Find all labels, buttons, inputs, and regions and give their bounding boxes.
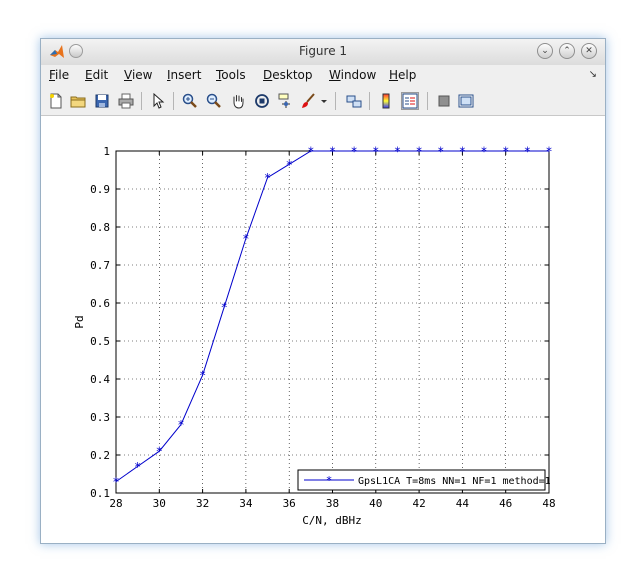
data-point-marker: * [329,145,336,159]
figure-toolbar [41,87,605,116]
data-point-marker: * [307,145,314,159]
close-button[interactable]: ✕ [581,43,597,59]
toolbar-separator [335,92,336,110]
maximize-button[interactable]: ⌃ [559,43,575,59]
legend-icon[interactable] [401,92,419,110]
toolbar-separator [369,92,370,110]
print-icon[interactable] [117,92,135,110]
data-point-marker: * [156,445,163,459]
title-bar[interactable]: Figure 1 ⌄ ⌃ ✕ [41,39,605,66]
y-tick-label: 1 [103,145,110,158]
data-point-marker: * [415,145,422,159]
legend-marker-icon: * [326,474,333,487]
chevron-up-icon: ⌃ [563,46,571,56]
menu-bar: File Edit View Insert Tools Desktop Wind… [41,65,605,87]
y-tick-label: 0.6 [90,297,110,310]
y-tick-label: 0.4 [90,373,110,386]
line-chart[interactable]: 28 30 32 34 36 38 40 42 44 46 48 0.1 0.2 0.3 0.4 0.5 0.6… [41,116,605,543]
link-plot-icon[interactable] [345,92,363,110]
figure-window: Figure 1 ⌄ ⌃ ✕ File Edit View Insert Too… [40,38,606,544]
y-tick-label: 0.1 [90,487,110,500]
open-folder-icon[interactable] [69,92,87,110]
menu-view[interactable]: View [124,68,152,82]
data-point-marker: * [502,145,509,159]
data-point-marker: * [437,145,444,159]
pointer-icon[interactable] [149,92,167,110]
menu-insert[interactable]: Insert [167,68,201,82]
legend[interactable]: * GpsL1CA T=8ms NN=1 NF=1 method=1 [297,469,551,491]
dock-arrow-icon[interactable]: ↘ [589,69,597,80]
colorbar-icon[interactable] [377,92,395,110]
y-tick-label: 0.7 [90,259,110,272]
menu-window[interactable]: Window [329,68,376,82]
x-tick-label: 28 [109,497,122,510]
save-icon[interactable] [93,92,111,110]
data-point-marker: * [459,145,466,159]
minimize-button[interactable]: ⌄ [537,43,553,59]
x-tick-label: 30 [153,497,166,510]
menu-desktop[interactable]: Desktop [263,68,313,82]
x-tick-label: 38 [326,497,339,510]
x-tick-label: 42 [412,497,425,510]
new-file-icon[interactable] [47,92,65,110]
y-tick-label: 0.5 [90,335,110,348]
menu-help[interactable]: Help [389,68,416,82]
axes-background [116,151,549,493]
data-point-marker: * [177,418,184,432]
x-tick-label: 44 [456,497,470,510]
y-axis-label: Pd [73,315,86,328]
hide-plot-tools-icon[interactable] [435,92,453,110]
chevron-down-icon: ⌄ [541,46,549,56]
x-tick-label: 36 [283,497,296,510]
show-plot-tools-icon[interactable] [457,92,475,110]
data-point-marker: * [524,145,531,159]
brush-icon[interactable] [299,92,317,110]
data-point-marker: * [351,145,358,159]
menu-tools[interactable]: Tools [216,68,246,82]
rotate-3d-icon[interactable] [253,92,271,110]
data-point-marker: * [264,171,271,185]
data-point-marker: * [545,145,552,159]
toolbar-separator [141,92,142,110]
menu-file[interactable]: File [49,68,69,82]
menu-edit[interactable]: Edit [85,68,108,82]
x-axis-label: C/N, dBHz [302,514,362,527]
x-tick-label: 40 [369,497,382,510]
data-point-marker: * [242,232,249,246]
x-tick-label: 34 [239,497,253,510]
data-point-marker: * [480,145,487,159]
y-tick-label: 0.3 [90,411,110,424]
data-point-marker: * [199,369,206,383]
x-tick-label: 46 [499,497,512,510]
data-point-marker: * [286,158,293,172]
data-point-marker: * [221,300,228,314]
x-tick-label: 32 [196,497,209,510]
pan-hand-icon[interactable] [229,92,247,110]
y-tick-label: 0.9 [90,183,110,196]
toolbar-separator [427,92,428,110]
zoom-in-icon[interactable] [181,92,199,110]
plot-area: 28 30 32 34 36 38 40 42 44 46 48 0.1 0.2 0.3 0.4 0.5 0.6… [41,116,605,543]
toolbar-separator [173,92,174,110]
window-title: Figure 1 [298,44,348,58]
data-point-marker: * [134,460,141,474]
y-tick-label: 0.2 [90,449,110,462]
zoom-out-icon[interactable] [205,92,223,110]
data-cursor-icon[interactable] [277,92,295,110]
chevron-down-icon[interactable] [319,92,329,110]
legend-entry-label: GpsL1CA T=8ms NN=1 NF=1 method=1 [358,476,551,487]
y-tick-label: 0.8 [90,221,110,234]
data-point-marker: * [112,475,119,489]
data-point-marker: * [394,145,401,159]
data-point-marker: * [372,145,379,159]
close-icon: ✕ [585,46,593,56]
x-tick-label: 48 [542,497,555,510]
